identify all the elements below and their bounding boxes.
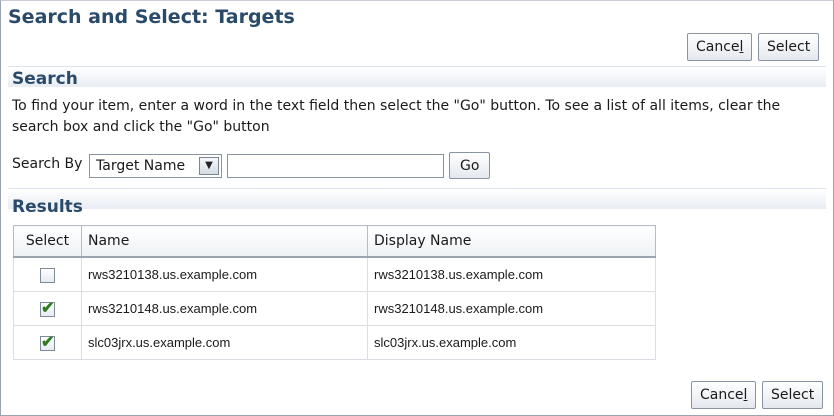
row-checkbox[interactable] — [40, 267, 55, 283]
cancel-button-top[interactable]: Cancel — [687, 33, 753, 61]
cancel-accesskey: l — [743, 387, 748, 403]
select-button-bottom[interactable]: Select — [762, 381, 824, 409]
column-header-name[interactable]: Name — [81, 225, 368, 258]
results-table: Select Name Display Name rws3210138.us.e… — [13, 225, 656, 360]
row-name: rws3210138.us.example.com — [81, 256, 368, 292]
row-display-name: rws3210148.us.example.com — [367, 291, 656, 326]
row-name: slc03jrx.us.example.com — [81, 325, 368, 360]
search-by-select[interactable]: Target Name ▼ — [89, 154, 222, 178]
cancel-label: Cance — [696, 39, 740, 55]
checkmark-icon: ✔ — [41, 299, 55, 317]
row-checkbox[interactable]: ✔ — [40, 334, 55, 351]
search-instructions: To find your item, enter a word in the t… — [12, 98, 781, 135]
row-name: rws3210148.us.example.com — [81, 291, 368, 326]
table-row[interactable]: ✔ slc03jrx.us.example.com slc03jrx.us.ex… — [13, 325, 656, 360]
page-title: Search and Select: Targets — [8, 6, 295, 28]
cancel-label: Cance — [700, 387, 744, 403]
column-header-select[interactable]: Select — [13, 225, 82, 258]
select-button-top[interactable]: Select — [758, 33, 820, 61]
search-by-value: Target Name — [96, 158, 186, 174]
checkmark-icon: ✔ — [41, 333, 55, 351]
cancel-accesskey: l — [739, 39, 744, 55]
search-heading: Search — [12, 69, 78, 89]
chevron-down-icon[interactable]: ▼ — [199, 157, 219, 175]
row-select-cell — [13, 256, 82, 292]
results-header-row: Select Name Display Name — [13, 225, 656, 258]
row-display-name: slc03jrx.us.example.com — [367, 325, 656, 360]
table-row[interactable]: ✔ rws3210148.us.example.com rws3210148.u… — [13, 291, 656, 326]
results-section-bar — [8, 188, 826, 209]
row-select-cell: ✔ — [13, 291, 82, 326]
table-row[interactable]: rws3210138.us.example.com rws3210138.us.… — [13, 256, 656, 292]
results-heading: Results — [12, 197, 83, 217]
row-checkbox[interactable]: ✔ — [40, 300, 55, 317]
search-section-bar — [8, 66, 826, 87]
row-select-cell: ✔ — [13, 325, 82, 360]
search-by-label: Search By — [12, 156, 83, 172]
go-button[interactable]: Go — [449, 152, 491, 179]
row-display-name: rws3210138.us.example.com — [367, 256, 656, 292]
column-header-display-name[interactable]: Display Name — [367, 225, 656, 258]
cancel-button-bottom[interactable]: Cancel — [691, 381, 757, 409]
search-input[interactable] — [227, 154, 444, 178]
